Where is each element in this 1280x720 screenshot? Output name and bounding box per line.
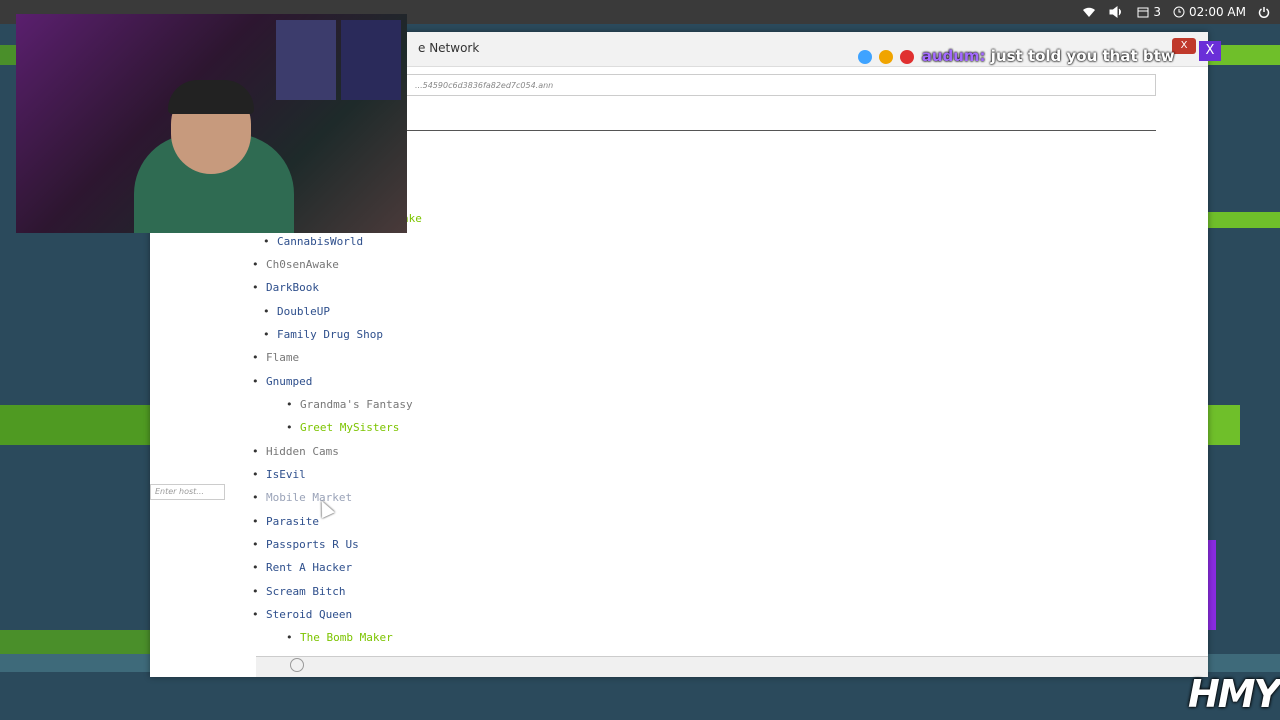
list-item[interactable]: The Bomb Maker [286, 631, 393, 644]
window-title: e Network [418, 41, 480, 55]
list-item[interactable]: CannabisWorld [263, 235, 363, 248]
list-item[interactable]: Ch0senAwake [252, 258, 339, 271]
streamer-hat [168, 80, 254, 114]
wall-poster [341, 20, 401, 100]
list-item[interactable]: DoubleUP [263, 305, 330, 318]
list-item[interactable]: DarkBook [252, 281, 319, 294]
list-item[interactable]: Family Drug Shop [263, 328, 383, 341]
rocket-badge-icon [900, 49, 915, 64]
clock-icon [1173, 6, 1185, 18]
wall-poster [276, 20, 336, 100]
chat-close-button[interactable]: X [1199, 41, 1221, 61]
clock-text: 02:00 AM [1189, 5, 1246, 19]
calendar-count: 3 [1153, 5, 1162, 19]
calendar-indicator[interactable]: 3 [1137, 5, 1161, 19]
list-item[interactable]: Greet MySisters [286, 421, 399, 434]
chat-text: just told you that btw [990, 47, 1175, 65]
wifi-icon[interactable] [1081, 6, 1097, 18]
list-item[interactable]: Grandma's Fantasy [286, 398, 413, 411]
list-item[interactable]: Hidden Cams [252, 445, 339, 458]
chat-message: audum: just told you that btw [858, 47, 1175, 65]
divider [406, 130, 1156, 131]
channel-watermark: HMY [1188, 672, 1280, 716]
list-item[interactable]: Scream Bitch [252, 585, 346, 598]
address-bar[interactable]: ...54590c6d3836fa82ed7c054.ann [406, 74, 1156, 96]
webcam-overlay [16, 14, 407, 233]
list-item[interactable]: Mobile Market [252, 491, 352, 504]
status-bar [256, 656, 1208, 677]
list-item[interactable]: Rent A Hacker [252, 561, 352, 574]
calendar-icon [1137, 7, 1149, 18]
coin-badge-icon [879, 49, 894, 64]
volume-icon[interactable] [1109, 6, 1125, 18]
list-item[interactable]: Gnumped [252, 375, 312, 388]
clock-indicator[interactable]: 02:00 AM [1173, 5, 1246, 19]
chat-username: audum: [921, 47, 986, 65]
list-item[interactable]: Steroid Queen [252, 608, 352, 621]
list-item[interactable]: Flame [252, 351, 299, 364]
list-item[interactable]: Parasite [252, 515, 319, 528]
glitch-band [1208, 212, 1280, 228]
list-item[interactable]: IsEvil [252, 468, 306, 481]
glitch-band [1208, 405, 1240, 445]
window-close-button[interactable]: X [1172, 38, 1196, 54]
sword-badge-icon [858, 49, 872, 64]
host-input[interactable]: Enter host... [150, 484, 225, 500]
globe-icon [290, 658, 304, 672]
list-item[interactable]: Passports R Us [252, 538, 359, 551]
power-icon[interactable] [1258, 6, 1270, 18]
